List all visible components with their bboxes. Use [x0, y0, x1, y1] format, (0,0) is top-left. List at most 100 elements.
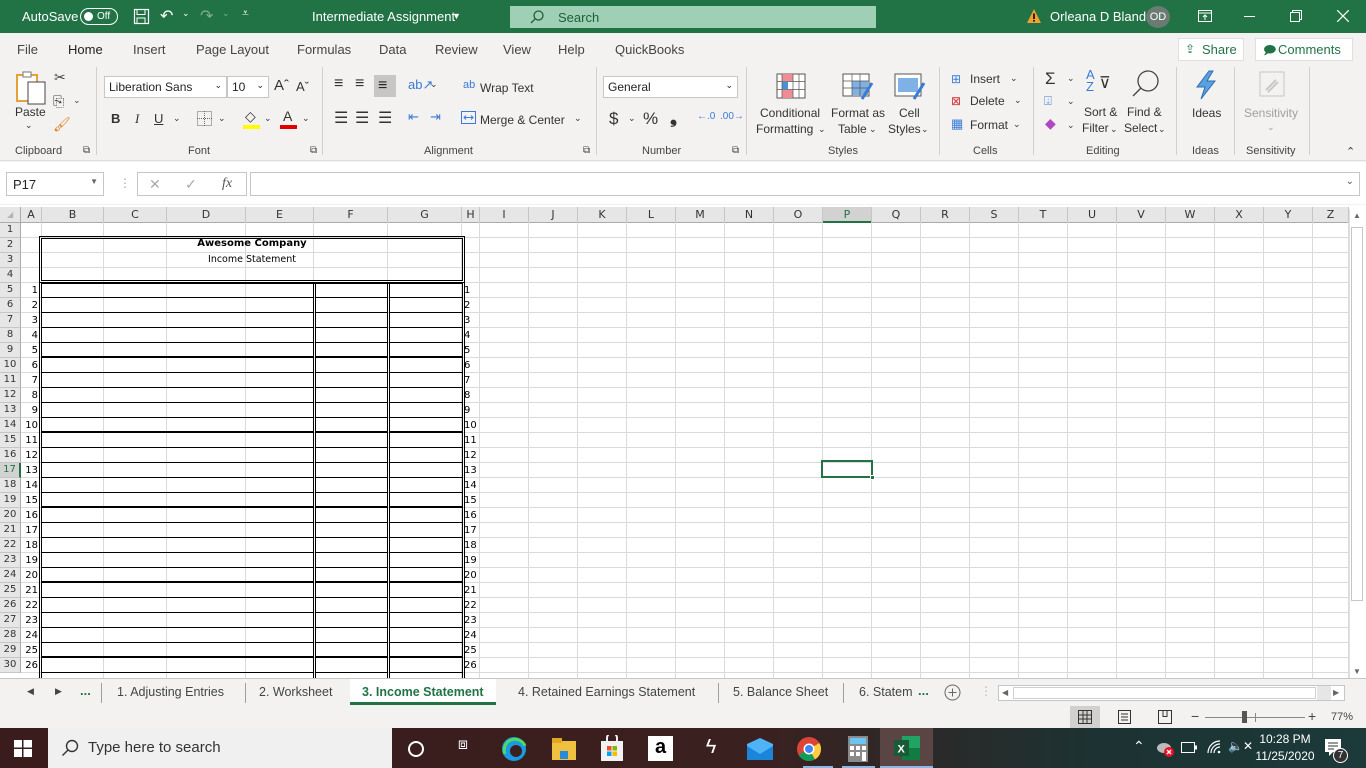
- italic-button[interactable]: I: [135, 111, 139, 127]
- tab-page-layout[interactable]: Page Layout: [196, 42, 269, 57]
- row-header-13[interactable]: 13: [0, 403, 21, 418]
- cell-styles-label2[interactable]: Styles: [888, 122, 921, 136]
- format-as-table-dropdown-icon[interactable]: ⌄: [869, 124, 877, 135]
- clear-dropdown-icon[interactable]: ⌄: [1067, 120, 1075, 131]
- underline-dropdown-icon[interactable]: ⌄: [173, 113, 181, 124]
- row-header-24[interactable]: 24: [0, 568, 21, 583]
- line-number-left[interactable]: 12: [21, 448, 38, 463]
- row-header-10[interactable]: 10: [0, 358, 21, 373]
- windows-start-icon[interactable]: [14, 740, 32, 757]
- line-number-right[interactable]: 4: [464, 328, 470, 343]
- scroll-down-icon[interactable]: ▼: [1353, 667, 1361, 676]
- tab-view[interactable]: View: [503, 42, 531, 57]
- formula-input[interactable]: ⌄: [250, 172, 1360, 196]
- column-header-B[interactable]: B: [42, 207, 104, 223]
- conditional-dropdown-icon[interactable]: ⌄: [818, 124, 826, 135]
- alignment-launcher-icon[interactable]: ⧉: [583, 145, 590, 156]
- statement-title-cell[interactable]: Income Statement: [42, 252, 462, 267]
- fill-color-dropdown-icon[interactable]: ⌄: [264, 113, 272, 124]
- column-header-M[interactable]: M: [676, 207, 725, 223]
- tab-home[interactable]: Home: [68, 42, 103, 66]
- line-number-right[interactable]: 1: [464, 283, 470, 298]
- close-icon[interactable]: [1337, 10, 1349, 22]
- format-dropdown-icon[interactable]: ⌄: [1013, 119, 1021, 130]
- tab-file[interactable]: File: [17, 42, 38, 57]
- autosave-toggle[interactable]: Off: [80, 8, 118, 25]
- find-select-label2[interactable]: Select: [1124, 121, 1157, 135]
- line-number-right[interactable]: 22: [464, 598, 477, 613]
- tab-help[interactable]: Help: [558, 42, 585, 57]
- line-number-left[interactable]: 11: [21, 433, 38, 448]
- clipboard-launcher-icon[interactable]: ⧉: [83, 145, 90, 156]
- column-header-F[interactable]: F: [314, 207, 388, 223]
- increase-font-icon[interactable]: Aˆ: [274, 77, 289, 94]
- page-layout-view-icon[interactable]: [1118, 710, 1131, 724]
- ribbon-display-icon[interactable]: [1198, 10, 1212, 22]
- row-header-8[interactable]: 8: [0, 328, 21, 343]
- line-number-right[interactable]: 21: [464, 583, 477, 598]
- clear-icon[interactable]: ◆: [1045, 115, 1056, 132]
- onedrive-error-icon[interactable]: [1156, 739, 1174, 757]
- horizontal-scroll-thumb[interactable]: [1013, 687, 1316, 699]
- sort-filter-dropdown-icon[interactable]: ⌄: [1110, 124, 1118, 135]
- number-format-select[interactable]: General ⌄: [603, 76, 738, 98]
- select-all-button[interactable]: ◢: [0, 207, 21, 223]
- find-select-button[interactable]: Find &: [1127, 105, 1162, 119]
- number-launcher-icon[interactable]: ⧉: [732, 145, 739, 156]
- tab-data[interactable]: Data: [379, 42, 406, 57]
- wifi-icon[interactable]: [1206, 739, 1222, 755]
- conditional-formatting-button[interactable]: Conditional: [760, 106, 820, 120]
- line-number-left[interactable]: 16: [21, 508, 38, 523]
- cut-icon[interactable]: ✂: [54, 69, 66, 86]
- font-name-select[interactable]: Liberation Sans ⌄: [104, 76, 227, 98]
- tab-split-grip-icon[interactable]: ⋮: [980, 684, 992, 698]
- taskbar-search[interactable]: Type here to search: [48, 728, 392, 768]
- copy-dropdown-icon[interactable]: ⌄: [73, 95, 81, 106]
- fill-color-icon[interactable]: ◇: [245, 108, 256, 125]
- warning-icon[interactable]: [1026, 8, 1042, 24]
- column-header-H[interactable]: H: [462, 207, 480, 223]
- line-number-left[interactable]: 15: [21, 493, 38, 508]
- autosum-icon[interactable]: Σ: [1045, 69, 1056, 89]
- normal-view-button[interactable]: [1070, 706, 1100, 728]
- column-header-T[interactable]: T: [1019, 207, 1068, 223]
- line-number-left[interactable]: 22: [21, 598, 38, 613]
- user-name[interactable]: Orleana D Bland: [1050, 9, 1146, 24]
- column-header-Y[interactable]: Y: [1264, 207, 1313, 223]
- line-number-right[interactable]: 17: [464, 523, 477, 538]
- document-title[interactable]: Intermediate Assignment: [312, 9, 455, 24]
- row-header-21[interactable]: 21: [0, 523, 21, 538]
- row-header-25[interactable]: 25: [0, 583, 21, 598]
- zoom-out-button[interactable]: −: [1191, 708, 1199, 724]
- sheet-tab-statement[interactable]: 6. Statem: [859, 685, 913, 699]
- line-number-right[interactable]: 18: [464, 538, 477, 553]
- row-header-20[interactable]: 20: [0, 508, 21, 523]
- selected-cell-P17[interactable]: [821, 460, 875, 480]
- undo-icon[interactable]: ↶: [160, 6, 173, 26]
- tab-formulas[interactable]: Formulas: [297, 42, 351, 57]
- line-number-right[interactable]: 19: [464, 553, 477, 568]
- zoom-slider-thumb[interactable]: [1242, 711, 1247, 723]
- line-number-left[interactable]: 3: [21, 313, 38, 328]
- line-number-left[interactable]: 20: [21, 568, 38, 583]
- line-number-right[interactable]: 26: [464, 658, 477, 673]
- autosum-dropdown-icon[interactable]: ⌄: [1067, 73, 1075, 84]
- line-number-right[interactable]: 8: [464, 388, 470, 403]
- worksheet-grid[interactable]: ◢ ABCDEFGHIJKLMNOPQRSTUVWXYZ 1 2 3 4 5 6 7 8 9 10…: [0, 205, 1366, 678]
- line-number-left[interactable]: 7: [21, 373, 38, 388]
- sheet-tab-balance-sheet[interactable]: 5. Balance Sheet: [733, 685, 828, 699]
- underline-button[interactable]: U: [154, 111, 163, 126]
- line-number-right[interactable]: 10: [464, 418, 477, 433]
- row-header-29[interactable]: 29: [0, 643, 21, 658]
- show-hidden-icons[interactable]: ⌃: [1133, 738, 1145, 755]
- borders-icon[interactable]: [197, 111, 212, 126]
- avatar[interactable]: OD: [1146, 6, 1170, 28]
- app-lightning-icon[interactable]: ϟ: [698, 736, 724, 760]
- line-number-left[interactable]: 24: [21, 628, 38, 643]
- column-header-X[interactable]: X: [1215, 207, 1264, 223]
- line-number-left[interactable]: 2: [21, 298, 38, 313]
- line-number-left[interactable]: 1: [21, 283, 38, 298]
- line-number-left[interactable]: 10: [21, 418, 38, 433]
- line-number-right[interactable]: 9: [464, 403, 470, 418]
- align-right-icon[interactable]: ☰: [378, 108, 392, 128]
